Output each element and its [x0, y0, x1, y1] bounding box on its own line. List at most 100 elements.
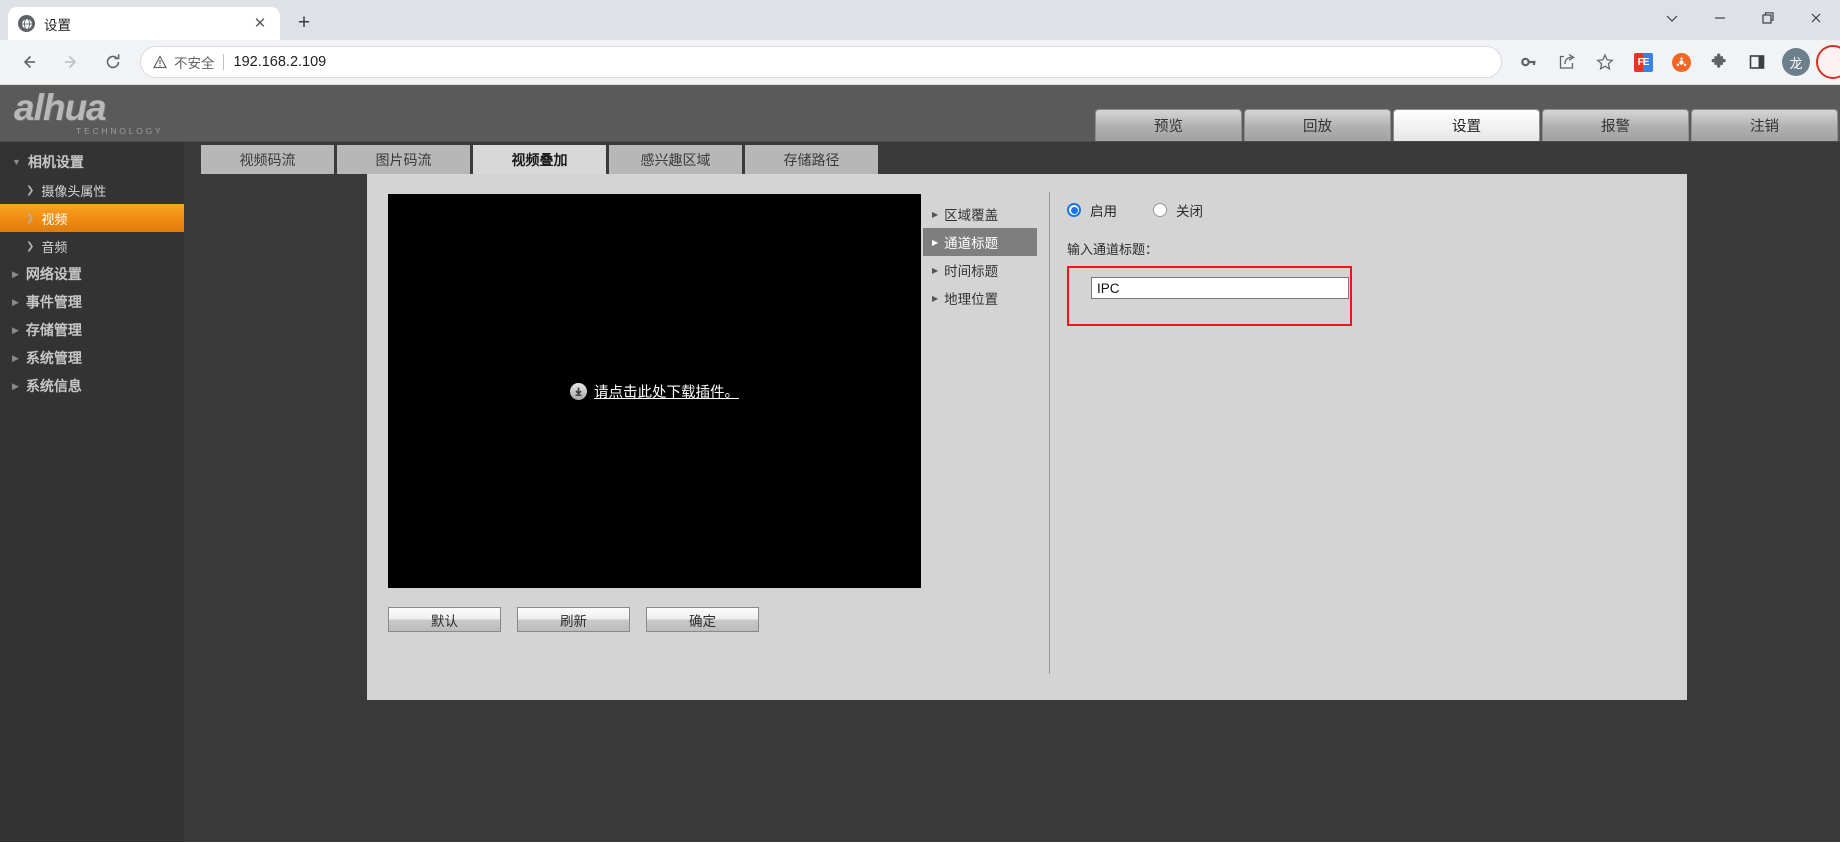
sidebar-item-audio[interactable]: ❯ 音频 — [0, 232, 184, 260]
overlay-item-channel-title[interactable]: ▶ 通道标题 — [923, 228, 1037, 256]
topnav-item-playback[interactable]: 回放 — [1244, 109, 1391, 141]
sidebar-label: 事件管理 — [25, 294, 82, 310]
overlay-settings-panel: 请点击此处下载插件。 默认 刷新 确定 ▶ 区域覆盖 ▶ 通道标题 ▶ 时间标题… — [367, 174, 1687, 700]
plugin-prompt-text: 请点击此处下载插件。 — [594, 384, 739, 401]
maximize-restore-button[interactable] — [1744, 0, 1792, 36]
sidebar-item-network-settings[interactable]: ▶ 网络设置 — [0, 260, 184, 288]
topnav-item-alarm[interactable]: 报警 — [1542, 109, 1689, 141]
topnav-item-settings[interactable]: 设置 — [1393, 109, 1540, 141]
window-controls — [1648, 0, 1840, 36]
triangle-right-icon: ▶ — [12, 268, 19, 279]
browser-titlebar: 设置 ✕ + — [0, 0, 1840, 40]
profile-avatar[interactable]: 龙 — [1782, 48, 1810, 76]
browser-toolbar: 不安全 192.168.2.109 FE 龙 — [0, 40, 1840, 85]
chevron-right-icon: ❯ — [26, 240, 35, 252]
triangle-right-icon: ▶ — [932, 237, 939, 247]
video-preview[interactable]: 请点击此处下载插件。 — [388, 194, 921, 588]
back-icon[interactable] — [13, 46, 45, 78]
tab-strip: 设置 ✕ + — [0, 0, 319, 40]
tab-roi[interactable]: 感兴趣区域 — [609, 145, 742, 174]
chevron-right-icon: ❯ — [26, 212, 35, 224]
side-panel-icon[interactable] — [1742, 47, 1772, 77]
sidebar-item-storage-management[interactable]: ▶ 存储管理 — [0, 316, 184, 344]
sidebar-item-camera-properties[interactable]: ❯ 摄像头属性 — [0, 176, 184, 204]
overlay-item-label: 地理位置 — [944, 292, 999, 307]
sidebar-label: 摄像头属性 — [41, 183, 107, 199]
close-window-button[interactable] — [1792, 0, 1840, 36]
tab-video-stream[interactable]: 视频码流 — [201, 145, 334, 174]
tab-image-stream[interactable]: 图片码流 — [337, 145, 470, 174]
sidebar-item-camera-settings[interactable]: ▼ 相机设置 — [0, 148, 184, 176]
share-icon[interactable] — [1552, 47, 1582, 77]
triangle-right-icon: ▶ — [12, 296, 19, 307]
minimize-button[interactable] — [1696, 0, 1744, 36]
overlay-item-label: 区域覆盖 — [944, 208, 999, 223]
radio-enable[interactable]: 启用 — [1067, 200, 1117, 220]
content-tabbar: 视频码流 图片码流 视频叠加 感兴趣区域 存储路径 — [184, 142, 1840, 174]
tab-video-overlay[interactable]: 视频叠加 — [473, 145, 606, 174]
enable-radio-group: 启用 关闭 — [1067, 200, 1687, 220]
address-bar[interactable]: 不安全 192.168.2.109 — [140, 46, 1502, 78]
fe-extension-label: FE — [1633, 52, 1653, 72]
overlay-item-geo-location[interactable]: ▶ 地理位置 — [923, 284, 1037, 312]
radio-disable-label: 关闭 — [1176, 204, 1203, 219]
radio-disable-indicator[interactable] — [1153, 203, 1167, 217]
triangle-right-icon: ▶ — [12, 380, 19, 391]
sidebar-label: 系统信息 — [25, 378, 82, 394]
overlay-item-privacy-mask[interactable]: ▶ 区域覆盖 — [923, 200, 1037, 228]
url-text[interactable]: 192.168.2.109 — [234, 54, 327, 70]
overlay-item-label: 时间标题 — [944, 264, 999, 279]
forward-icon[interactable] — [55, 46, 87, 78]
default-button[interactable]: 默认 — [388, 607, 501, 632]
tab-title: 设置 — [44, 17, 71, 33]
new-tab-button[interactable]: + — [289, 8, 319, 38]
security-status-text: 不安全 — [174, 56, 215, 71]
topnav-item-preview[interactable]: 预览 — [1095, 109, 1242, 141]
not-secure-warning-icon — [153, 55, 167, 69]
download-icon — [570, 382, 587, 400]
page-body: ▼ 相机设置 ❯ 摄像头属性 ❯ 视频 ❯ 音频 ▶ 网络设置 ▶ 事件管理 ▶… — [0, 142, 1840, 842]
confirm-button[interactable]: 确定 — [646, 607, 759, 632]
content-area: 视频码流 图片码流 视频叠加 感兴趣区域 存储路径 请点击此处下载插件。 默认 … — [184, 142, 1840, 842]
sidebar-item-system-info[interactable]: ▶ 系统信息 — [0, 372, 184, 400]
video-preview-column: 请点击此处下载插件。 默认 刷新 确定 — [367, 174, 923, 700]
radio-enable-label: 启用 — [1090, 204, 1117, 219]
sidebar-label: 音频 — [41, 239, 68, 255]
channel-title-label: 输入通道标题： — [1067, 242, 1159, 257]
bookmark-star-icon[interactable] — [1590, 47, 1620, 77]
close-icon[interactable]: ✕ — [250, 14, 270, 34]
top-navigation: 预览 回放 设置 报警 注销 — [1095, 85, 1840, 141]
refresh-button[interactable]: 刷新 — [517, 607, 630, 632]
extensions-puzzle-icon[interactable] — [1704, 47, 1734, 77]
radio-enable-indicator[interactable] — [1067, 203, 1081, 217]
logo-wordmark: alhua — [14, 86, 107, 128]
chevron-down-icon: ▼ — [12, 157, 21, 167]
orange-extension-icon[interactable] — [1666, 47, 1696, 77]
site-header: alhua TECHNOLOGY 预览 回放 设置 报警 注销 — [0, 85, 1840, 142]
triangle-right-icon: ▶ — [932, 293, 939, 303]
reload-icon[interactable] — [97, 46, 129, 78]
sidebar-item-system-management[interactable]: ▶ 系统管理 — [0, 344, 184, 372]
sidebar-label: 系统管理 — [25, 350, 82, 366]
topnav-item-logout[interactable]: 注销 — [1691, 109, 1838, 141]
browser-tab[interactable]: 设置 ✕ — [8, 7, 280, 40]
triangle-right-icon: ▶ — [12, 352, 19, 363]
overlay-item-time-title[interactable]: ▶ 时间标题 — [923, 256, 1037, 284]
omnibox-divider — [222, 54, 224, 70]
sidebar-item-video[interactable]: ❯ 视频 — [0, 204, 184, 232]
download-plugin-link[interactable]: 请点击此处下载插件。 — [570, 381, 739, 402]
fe-extension-icon[interactable]: FE — [1628, 47, 1658, 77]
secondary-profile-icon[interactable] — [1816, 45, 1840, 79]
triangle-right-icon: ▶ — [12, 324, 19, 335]
sidebar-label: 相机设置 — [27, 154, 84, 170]
password-key-icon[interactable] — [1514, 47, 1544, 77]
sidebar-label: 视频 — [41, 211, 68, 227]
radio-disable[interactable]: 关闭 — [1153, 200, 1203, 220]
highlight-box — [1067, 266, 1352, 326]
chevron-down-icon[interactable] — [1648, 0, 1696, 36]
sidebar-item-event-management[interactable]: ▶ 事件管理 — [0, 288, 184, 316]
channel-title-input[interactable] — [1091, 277, 1349, 299]
logo-tagline: TECHNOLOGY — [76, 126, 164, 137]
overlay-type-list: ▶ 区域覆盖 ▶ 通道标题 ▶ 时间标题 ▶ 地理位置 — [923, 174, 1037, 700]
tab-storage-path[interactable]: 存储路径 — [745, 145, 878, 174]
